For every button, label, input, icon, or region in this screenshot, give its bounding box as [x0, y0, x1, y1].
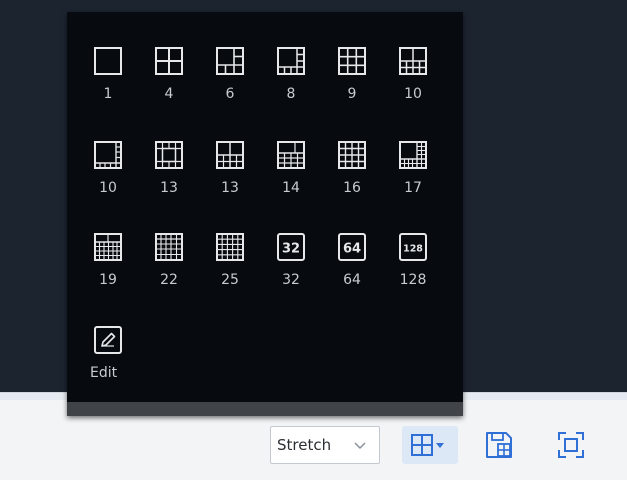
grid-layout-icon	[411, 434, 444, 456]
layout-13b-icon	[216, 141, 244, 169]
layout-option-label: 8	[286, 86, 296, 102]
edit-label: Edit	[90, 365, 118, 381]
layout-14-icon	[277, 141, 305, 169]
layout-option-128[interactable]: 128 128	[383, 232, 443, 304]
layout-option-label: 32	[282, 272, 300, 288]
layout-option-label: 25	[221, 272, 239, 288]
fullscreen-button[interactable]	[554, 428, 588, 462]
layout-option-label: 13	[160, 180, 178, 196]
layout-19-icon	[94, 233, 122, 261]
layout-menu-button[interactable]	[402, 426, 458, 464]
chevron-down-icon	[354, 442, 366, 450]
layout-10-icon	[399, 47, 427, 75]
layout-option-label: 64	[343, 272, 361, 288]
layout-option-6[interactable]: 6	[200, 46, 260, 118]
layout-option-label: 128	[399, 272, 427, 288]
layout-option-25[interactable]: 25	[200, 232, 260, 304]
layout-option-label: 13	[221, 180, 239, 196]
layout-16-icon	[338, 141, 366, 169]
layout-25-icon	[216, 233, 244, 261]
layout-option-13[interactable]: 13	[139, 140, 199, 212]
layout-option-14[interactable]: 14	[261, 140, 321, 212]
svg-text:32: 32	[282, 242, 300, 257]
layout-option-label: 17	[404, 180, 422, 196]
stretch-mode-value: Stretch	[277, 436, 332, 454]
layout-1-icon	[94, 47, 122, 75]
svg-text:64: 64	[343, 242, 361, 257]
layout-10b-icon	[94, 141, 122, 169]
layout-option-label: 10	[404, 86, 422, 102]
layout-8-icon	[277, 47, 305, 75]
layout-32-icon: 32	[277, 233, 305, 261]
save-layout-button[interactable]	[482, 428, 516, 462]
layout-option-4[interactable]: 4	[139, 46, 199, 118]
layout-option-9[interactable]: 9	[322, 46, 382, 118]
layout-4-icon	[155, 47, 183, 75]
layout-option-10b[interactable]: 10	[78, 140, 138, 212]
popup-footer-bar	[67, 402, 463, 416]
layout-option-1[interactable]: 1	[78, 46, 138, 118]
save-layout-icon	[486, 432, 512, 458]
layout-option-label: 9	[347, 86, 357, 102]
layout-13-icon	[155, 141, 183, 169]
layout-option-label: 6	[225, 86, 235, 102]
layout-128-icon: 128	[399, 233, 427, 261]
layout-64-icon: 64	[338, 233, 366, 261]
layout-option-label: 22	[160, 272, 178, 288]
layout-option-10[interactable]: 10	[383, 46, 443, 118]
layout-option-label: 1	[103, 86, 113, 102]
layout-option-label: 4	[164, 86, 174, 102]
stretch-mode-select[interactable]: Stretch	[270, 426, 380, 464]
layout-menu-popup: 1 4 6 8 9 10 10 13 13 14 16 17 19 22 25 …	[67, 12, 463, 416]
layout-option-16[interactable]: 16	[322, 140, 382, 212]
layout-option-8[interactable]: 8	[261, 46, 321, 118]
edit-layout-option[interactable]: Edit	[78, 325, 138, 397]
layout-option-label: 16	[343, 180, 361, 196]
layout-6-icon	[216, 47, 244, 75]
svg-text:128: 128	[403, 244, 423, 255]
layout-option-32[interactable]: 32 32	[261, 232, 321, 304]
layout-option-64[interactable]: 64 64	[322, 232, 382, 304]
layout-17-icon	[399, 141, 427, 169]
layout-option-19[interactable]: 19	[78, 232, 138, 304]
layout-option-label: 10	[99, 180, 117, 196]
layout-9-icon	[338, 47, 366, 75]
layout-option-label: 14	[282, 180, 300, 196]
layout-option-22[interactable]: 22	[139, 232, 199, 304]
layout-option-17[interactable]: 17	[383, 140, 443, 212]
layout-option-label: 19	[99, 272, 117, 288]
fullscreen-icon	[558, 432, 584, 458]
layout-22-icon	[155, 233, 183, 261]
layout-option-13b[interactable]: 13	[200, 140, 260, 212]
pencil-edit-icon	[94, 326, 122, 354]
